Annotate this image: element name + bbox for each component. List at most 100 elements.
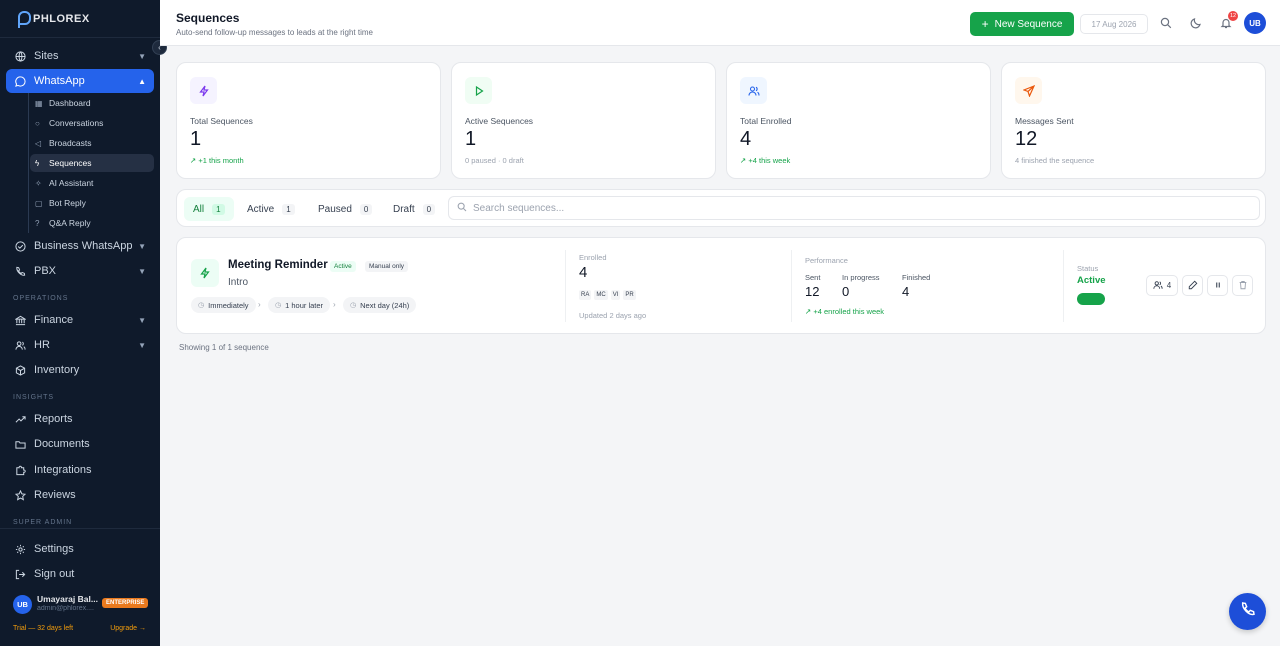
- plan-badge: ENTERPRISE: [102, 598, 149, 608]
- divider: [565, 250, 566, 322]
- plus-icon: +: [981, 17, 989, 31]
- sidebar-item-integrations[interactable]: Integrations: [6, 458, 154, 482]
- sidebar-item-pbx[interactable]: PBX ▼: [6, 259, 154, 283]
- sidebar-item-reviews[interactable]: Reviews: [6, 483, 154, 507]
- sent-value: 12: [805, 284, 820, 299]
- chevron-down-icon: ▼: [138, 315, 146, 325]
- tab-active[interactable]: Active 1: [238, 197, 304, 221]
- filter-bar: All 1 Active 1 Paused 0 Draft 0: [176, 189, 1266, 227]
- sidebar-item-sign-out[interactable]: Sign out: [6, 562, 154, 586]
- avatar: UB: [13, 595, 32, 614]
- phone-icon: [14, 265, 26, 277]
- avatar: VI: [610, 290, 621, 300]
- clock-icon: ◷: [275, 302, 282, 309]
- stat-value: 1: [465, 128, 477, 150]
- chevron-down-icon: ▼: [138, 266, 146, 276]
- stat-label: Total Enrolled: [740, 116, 792, 126]
- theme-toggle-icon[interactable]: [1189, 16, 1203, 30]
- results-count: Showing 1 of 1 sequence: [179, 343, 269, 352]
- enrolled-users-button[interactable]: 4: [1146, 275, 1178, 296]
- users-icon: [14, 339, 26, 351]
- notification-count: 12: [1228, 11, 1238, 21]
- sidebar-subitem-sequences[interactable]: ϟ Sequences: [30, 154, 154, 172]
- star-icon: [14, 489, 26, 501]
- stat-card-messages-sent: Messages Sent 12 4 finished the sequence: [1001, 62, 1266, 179]
- chart-icon: ▦: [35, 98, 43, 108]
- sidebar-item-reports[interactable]: Reports: [6, 407, 154, 431]
- search-box: [448, 196, 1260, 220]
- section-label-insights: INSIGHTS: [13, 394, 55, 401]
- status-label: Status: [1077, 264, 1099, 273]
- sidebar-subitem-bot-reply[interactable]: ▢ Bot Reply: [30, 194, 154, 212]
- help-icon: ?: [35, 218, 40, 228]
- logout-icon: [14, 568, 26, 580]
- status-value: Active: [1077, 275, 1106, 286]
- sidebar-item-hr[interactable]: HR ▼: [6, 333, 154, 357]
- sidebar-divider: [0, 528, 160, 529]
- sequence-card[interactable]: Meeting Reminder Active Manual only Intr…: [176, 237, 1266, 334]
- page-subtitle: Auto-send follow-up messages to leads at…: [176, 28, 373, 37]
- search-icon[interactable]: [1159, 16, 1173, 30]
- user-name: Umayaraj Bal...: [37, 594, 98, 604]
- trash-icon: [1238, 280, 1248, 292]
- trial-status: Trial — 32 days left: [13, 625, 74, 632]
- sidebar-subitem-broadcasts[interactable]: ◁ Broadcasts: [30, 134, 154, 152]
- phone-icon: [1240, 601, 1256, 622]
- bolt-icon: [191, 259, 219, 287]
- clock-icon: ◷: [350, 302, 357, 309]
- logo-icon: [16, 10, 31, 28]
- sidebar-subitem-qa-reply[interactable]: ? Q&A Reply: [30, 214, 154, 232]
- new-sequence-button[interactable]: + New Sequence: [970, 12, 1074, 36]
- enrolled-value: 4: [579, 264, 588, 281]
- finished-label: Finished: [902, 273, 931, 282]
- tab-paused[interactable]: Paused 0: [309, 197, 381, 221]
- box-icon: [14, 364, 26, 376]
- pencil-icon: [1188, 280, 1198, 292]
- sidebar-item-sites[interactable]: Sites ▼: [6, 44, 154, 68]
- brand-logo[interactable]: PHLOREX: [0, 0, 160, 38]
- stat-card-total-enrolled: Total Enrolled 4 ↗ +4 this week: [726, 62, 991, 179]
- sidebar-subitem-ai-assistant[interactable]: ✧ AI Assistant: [30, 174, 154, 192]
- submenu-line: [28, 93, 29, 233]
- stat-value: 4: [740, 128, 752, 150]
- in-progress-value: 0: [842, 284, 850, 299]
- section-label-super-admin: SUPER ADMIN: [13, 519, 73, 526]
- search-input[interactable]: [473, 202, 1253, 214]
- tab-all[interactable]: All 1: [184, 197, 234, 221]
- tab-draft[interactable]: Draft 0: [384, 197, 444, 221]
- sequence-name[interactable]: Meeting Reminder: [228, 259, 328, 271]
- chevron-down-icon: ▼: [138, 241, 146, 251]
- pause-button[interactable]: [1207, 275, 1228, 296]
- step-pill: ◷ 1 hour later: [268, 297, 331, 313]
- user-profile[interactable]: UB Umayaraj Bal... admin@phlorex.... ENT…: [6, 590, 154, 638]
- search-icon: [457, 199, 467, 217]
- sidebar-item-documents[interactable]: Documents: [6, 432, 154, 456]
- sidebar-item-business-whatsapp[interactable]: Business WhatsApp ▼: [6, 234, 154, 258]
- sidebar-subitem-conversations[interactable]: ○ Conversations: [30, 114, 154, 132]
- performance-trend: ↗ +4 enrolled this week: [805, 307, 885, 316]
- chevron-up-icon: ▲: [138, 76, 146, 86]
- delete-button[interactable]: [1232, 275, 1253, 296]
- sidebar-item-inventory[interactable]: Inventory: [6, 358, 154, 382]
- edit-button[interactable]: [1182, 275, 1203, 296]
- sidebar-item-whatsapp[interactable]: WhatsApp ▲: [6, 69, 154, 93]
- sidebar-item-settings[interactable]: Settings: [6, 537, 154, 561]
- chevron-down-icon: ▼: [138, 340, 146, 350]
- finished-value: 4: [902, 284, 910, 299]
- avatar[interactable]: UB: [1244, 12, 1266, 34]
- megaphone-icon: ◁: [35, 138, 42, 148]
- stat-foot: 0 paused · 0 draft: [465, 156, 524, 165]
- trend-icon: [14, 413, 26, 425]
- upgrade-link[interactable]: Upgrade →: [110, 625, 146, 632]
- sent-label: Sent: [805, 273, 821, 282]
- play-icon: [465, 77, 492, 104]
- bolt-icon: [190, 77, 217, 104]
- status-toggle[interactable]: [1077, 293, 1105, 305]
- sidebar-item-finance[interactable]: Finance ▼: [6, 308, 154, 332]
- sidebar-subitem-dashboard[interactable]: ▦ Dashboard: [30, 94, 154, 112]
- stat-card-active-sequences: Active Sequences 1 0 paused · 0 draft: [451, 62, 716, 179]
- users-icon: [1153, 280, 1163, 292]
- call-button[interactable]: [1229, 593, 1266, 630]
- check-circle-icon: [14, 240, 26, 252]
- stat-label: Active Sequences: [465, 116, 534, 126]
